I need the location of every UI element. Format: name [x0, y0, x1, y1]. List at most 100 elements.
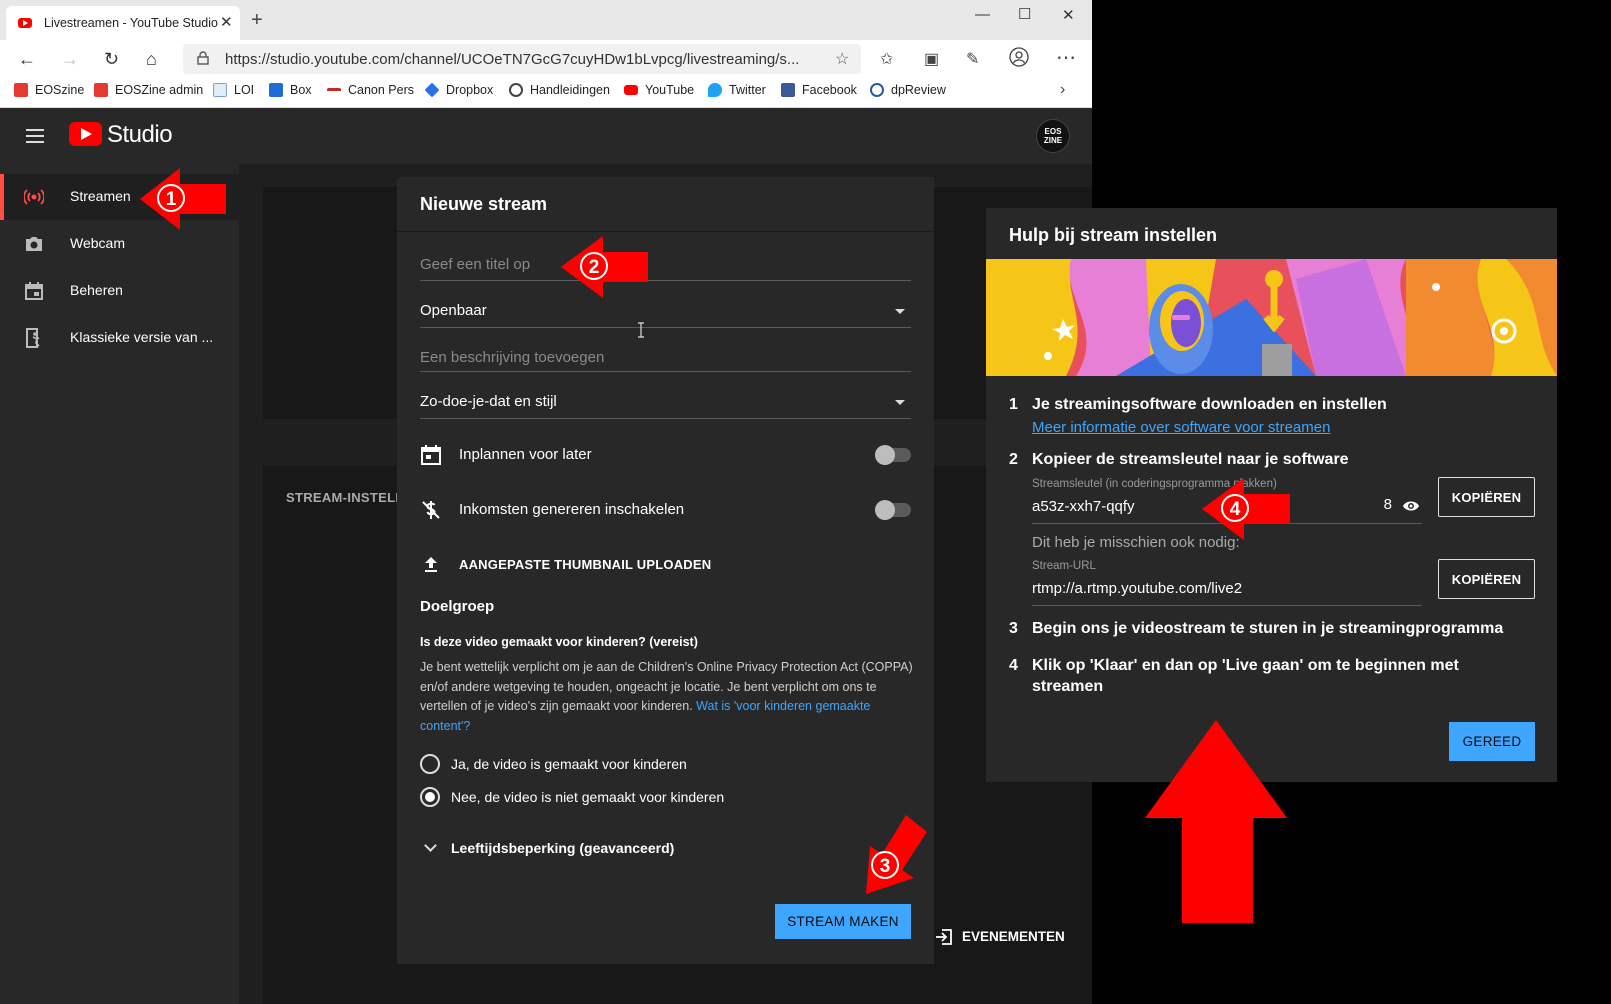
bookmark-item[interactable]: Twitter — [708, 83, 766, 97]
maximize-icon[interactable]: ☐ — [1018, 5, 1031, 23]
tab-bar: Livestreamen - YouTube Studio ✕ + — ☐ ✕ — [0, 0, 1092, 40]
bookmark-item[interactable]: Facebook — [781, 83, 857, 97]
bookmark-item[interactable]: Canon Pers — [327, 83, 414, 97]
sidebar-item-klassiek[interactable]: Klassieke versie van ... — [0, 315, 239, 361]
audience-heading: Doelgroep — [420, 598, 495, 615]
visibility-value: Openbaar — [420, 302, 487, 319]
lock-icon — [197, 51, 209, 65]
sidebar-item-label: Webcam — [70, 235, 125, 251]
audience-description: Je bent wettelijk verplicht om je aan de… — [420, 660, 913, 733]
youtube-logo-icon[interactable] — [69, 122, 102, 146]
age-restriction-label: Leeftijdsbeperking (geavanceerd) — [451, 840, 675, 856]
monetize-toggle[interactable] — [875, 500, 911, 520]
studio-logo-text[interactable]: Studio — [107, 121, 173, 149]
feedback-icon[interactable]: ✎ — [966, 49, 979, 69]
exit-to-app-icon — [936, 929, 952, 945]
dropdown-arrow-icon — [895, 400, 905, 405]
radio-button-selected[interactable] — [420, 787, 440, 807]
title-input[interactable]: Geef een titel op — [420, 256, 911, 281]
bookmark-item[interactable]: Handleidingen — [509, 83, 610, 97]
sidebar-item-label: Streamen — [70, 188, 131, 204]
eye-icon[interactable] — [1402, 500, 1420, 512]
bookmark-item[interactable]: LOI — [213, 83, 254, 97]
sidebar: Streamen Webcam Beheren Klassieke versie… — [0, 164, 239, 1004]
radio-button[interactable] — [420, 754, 440, 774]
dialog-title: Nieuwe stream — [420, 194, 548, 214]
annotation-badge-4: 4 — [1221, 494, 1249, 522]
eoszine-icon — [94, 83, 108, 97]
new-tab-button[interactable]: + — [251, 10, 263, 30]
window-close-icon[interactable]: ✕ — [1062, 6, 1075, 24]
step-number: 2 — [1009, 451, 1018, 468]
description-placeholder: Een beschrijving toevoegen — [420, 349, 605, 366]
stream-url-field[interactable]: Stream-URL rtmp://a.rtmp.youtube.com/liv… — [1032, 560, 1422, 606]
tab-title: Livestreamen - YouTube Studio — [44, 16, 218, 30]
monetize-row: Inkomsten genereren inschakelen — [420, 495, 911, 525]
thumbnail-upload-button[interactable]: AANGEPASTE THUMBNAIL UPLOADEN — [420, 553, 720, 577]
favorites-icon[interactable]: ✩ — [880, 49, 893, 69]
calendar-icon — [25, 282, 43, 300]
hamburger-menu-icon[interactable] — [26, 129, 44, 143]
stream-url-label: Stream-URL — [1032, 560, 1096, 572]
calendar-icon — [421, 445, 441, 465]
sidebar-item-beheren[interactable]: Beheren — [0, 268, 239, 314]
bookmarks-more-icon[interactable]: › — [1060, 81, 1065, 99]
copy-stream-key-button[interactable]: KOPIËREN — [1438, 477, 1535, 517]
monetization-off-icon — [422, 501, 440, 519]
bookmark-item[interactable]: YouTube — [624, 83, 694, 97]
text-cursor-icon — [638, 322, 644, 338]
collections-icon[interactable]: ▣ — [924, 49, 939, 69]
more-menu-icon[interactable]: ⋯ — [1056, 45, 1076, 70]
close-tab-icon[interactable]: ✕ — [220, 13, 233, 31]
stream-key-count: 8 — [1383, 496, 1392, 513]
home-icon[interactable]: ⌂ — [146, 49, 157, 70]
loi-icon — [213, 83, 227, 97]
forward-icon[interactable]: → — [61, 49, 79, 70]
step-text: Je streamingsoftware downloaden en inste… — [1032, 396, 1387, 413]
age-restriction-toggle[interactable]: Leeftijdsbeperking (geavanceerd) — [420, 837, 720, 859]
eoszine-icon — [14, 83, 28, 97]
channel-avatar[interactable]: EOS ZINE — [1036, 119, 1070, 153]
sidebar-item-label: Beheren — [70, 282, 123, 298]
stream-key-value: a53z-xxh7-qqfy — [1032, 498, 1135, 515]
schedule-row: Inplannen voor later — [420, 440, 911, 470]
dpreview-icon — [870, 83, 884, 97]
events-label: EVENEMENTEN — [962, 929, 1065, 944]
done-button[interactable]: GEREED — [1449, 722, 1535, 761]
url-input[interactable]: https://studio.youtube.com/channel/UCOeT… — [183, 44, 861, 74]
schedule-toggle[interactable] — [875, 445, 911, 465]
bookmark-item[interactable]: dpReview — [870, 83, 946, 97]
description-input[interactable]: Een beschrijving toevoegen — [420, 349, 911, 372]
stream-settings-heading: STREAM-INSTELL — [286, 490, 404, 505]
bookmark-item[interactable]: Dropbox — [424, 82, 493, 98]
profile-icon[interactable] — [1009, 47, 1029, 72]
step-number: 1 — [1009, 396, 1018, 413]
category-value: Zo-doe-je-dat en stijl — [420, 393, 557, 410]
radio-made-for-kids[interactable]: Ja, de video is gemaakt voor kinderen — [420, 753, 820, 777]
schedule-label: Inplannen voor later — [459, 446, 592, 463]
canon-icon — [327, 88, 341, 96]
back-icon[interactable]: ← — [18, 49, 36, 70]
category-select[interactable]: Zo-doe-je-dat en stijl — [420, 393, 911, 419]
new-stream-dialog: Nieuwe stream Geef een titel op Openbaar… — [397, 177, 934, 964]
events-button[interactable]: EVENEMENTEN — [924, 915, 1076, 959]
step-text: streamen — [1032, 678, 1104, 695]
software-info-link[interactable]: Meer informatie over software voor strea… — [1032, 419, 1330, 436]
visibility-select[interactable]: Openbaar — [420, 302, 911, 328]
browser-tab[interactable]: Livestreamen - YouTube Studio ✕ — [6, 6, 240, 40]
radio-not-made-for-kids[interactable]: Nee, de video is niet gemaakt voor kinde… — [420, 786, 820, 810]
bookmark-item[interactable]: EOSZine admin — [94, 83, 203, 97]
youtube-favicon-icon — [18, 18, 32, 28]
refresh-icon[interactable]: ↻ — [104, 49, 119, 70]
bookmark-item[interactable]: Box — [269, 83, 312, 97]
favorite-star-icon[interactable]: ☆ — [835, 49, 849, 69]
bookmark-item[interactable]: EOSzine — [14, 83, 84, 97]
step-text: Begin ons je videostream te sturen in je… — [1032, 620, 1504, 637]
step-text: Klik op 'Klaar' en dan op 'Live gaan' om… — [1032, 657, 1459, 674]
create-stream-button[interactable]: STREAM MAKEN — [775, 904, 911, 939]
chevron-down-icon — [424, 839, 437, 852]
annotation-badge-3: 3 — [871, 851, 899, 879]
minimize-icon[interactable]: — — [975, 6, 990, 23]
annotation-badge-1: 1 — [157, 184, 185, 212]
copy-stream-url-button[interactable]: KOPIËREN — [1438, 559, 1535, 599]
